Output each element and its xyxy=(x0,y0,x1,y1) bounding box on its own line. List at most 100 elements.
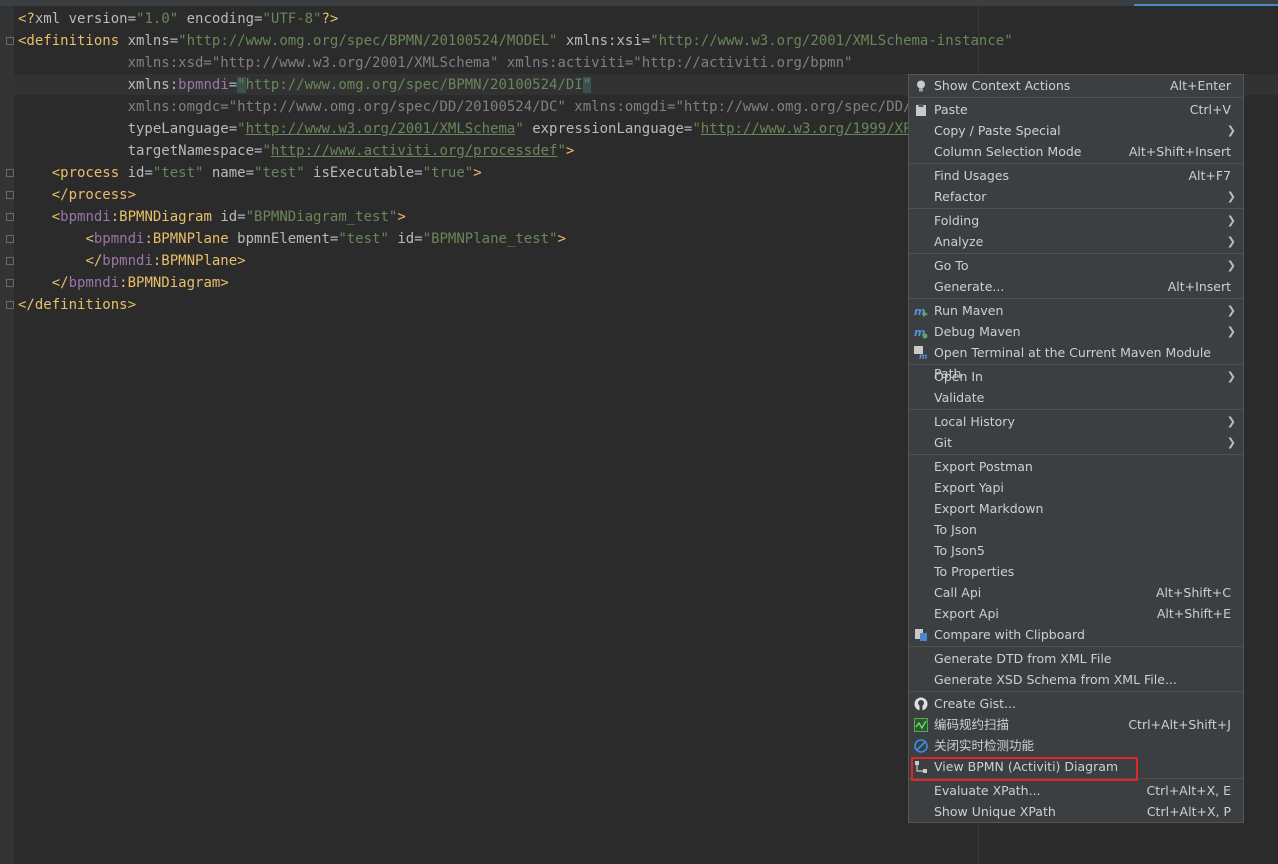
fold-marker-icon[interactable] xyxy=(6,213,14,221)
code-editor[interactable]: <?xml version="1.0" encoding="UTF-8"?> <d… xyxy=(18,8,1013,316)
menu-item-generate[interactable]: Generate... Alt+Insert xyxy=(909,276,1243,297)
code-token: = xyxy=(169,33,179,49)
menu-item-custom[interactable]: 编码规约扫描 Ctrl+Alt+Shift+J xyxy=(909,714,1243,735)
code-token: xml xyxy=(34,11,69,27)
code-token: > xyxy=(397,209,406,225)
maven-terminal-icon: m xyxy=(914,345,928,361)
code-token: <definitions xyxy=(18,33,128,49)
menu-item-local-history[interactable]: Local History ❯ xyxy=(909,411,1243,432)
menu-item-compare-with-clipboard[interactable]: Compare with Clipboard xyxy=(909,624,1243,645)
menu-item-export-postman[interactable]: Export Postman xyxy=(909,456,1243,477)
code-line[interactable]: xmlns:xsd="http://www.w3.org/2001/XMLSch… xyxy=(18,52,1013,74)
submenu-chevron-icon: ❯ xyxy=(1226,124,1236,137)
menu-item-label: To Json5 xyxy=(934,543,985,558)
menu-item-generate-xsd-schema-from-xml-file[interactable]: Generate XSD Schema from XML File... xyxy=(909,669,1243,690)
code-line[interactable]: </bpmndi:BPMNDiagram> xyxy=(18,272,1013,294)
code-line[interactable]: <definitions xmlns="http://www.omg.org/s… xyxy=(18,30,1013,52)
menu-item-copy-paste-special[interactable]: Copy / Paste Special ❯ xyxy=(909,120,1243,141)
code-token: < xyxy=(85,231,94,247)
code-token: </ xyxy=(85,253,103,269)
menu-item-create-gist[interactable]: Create Gist... xyxy=(909,693,1243,714)
menu-item-column-selection-mode[interactable]: Column Selection Mode Alt+Shift+Insert xyxy=(909,141,1243,162)
menu-item-label: Call Api xyxy=(934,585,982,600)
code-token: http://www.w3.org/1999/XPath xyxy=(700,121,937,137)
fold-marker-icon[interactable] xyxy=(6,279,14,287)
active-tab-indicator xyxy=(1134,4,1278,6)
editor-tab-strip[interactable] xyxy=(0,0,1278,6)
submenu-chevron-icon: ❯ xyxy=(1226,415,1236,428)
code-token: ?> xyxy=(321,11,339,27)
menu-item-export-yapi[interactable]: Export Yapi xyxy=(909,477,1243,498)
menu-item-open-terminal-at-the-current-maven-module-path[interactable]: m Open Terminal at the Current Maven Modu… xyxy=(909,342,1243,381)
menu-item-show-context-actions[interactable]: Show Context Actions Alt+Enter xyxy=(909,75,1243,96)
code-token: " xyxy=(262,143,271,159)
submenu-chevron-icon: ❯ xyxy=(1226,214,1236,227)
code-token: id xyxy=(127,165,145,181)
menu-item-debug-maven[interactable]: m Debug Maven ❯ xyxy=(909,321,1243,342)
code-token: http://www.activiti.org/processdef xyxy=(270,143,558,159)
menu-item-paste[interactable]: Paste Ctrl+V xyxy=(909,99,1243,120)
menu-item-label: Copy / Paste Special xyxy=(934,123,1061,138)
menu-item-show-unique-xpath[interactable]: Show Unique XPath Ctrl+Alt+X, P xyxy=(909,801,1243,822)
menu-item-shortcut: Ctrl+Alt+X, P xyxy=(1146,804,1231,819)
menu-item-to-json[interactable]: To Json xyxy=(909,519,1243,540)
menu-item-custom[interactable]: 关闭实时检测功能 xyxy=(909,735,1243,756)
code-token: xmlns: xyxy=(127,77,179,93)
menu-item-label: Go To xyxy=(934,258,969,273)
submenu-chevron-icon: ❯ xyxy=(1226,325,1236,338)
menu-item-generate-dtd-from-xml-file[interactable]: Generate DTD from XML File xyxy=(909,648,1243,669)
menu-item-validate[interactable]: Validate xyxy=(909,387,1243,408)
code-line[interactable]: </definitions> xyxy=(18,294,1013,316)
compare-clipboard-icon xyxy=(914,627,928,641)
menu-item-to-json5[interactable]: To Json5 xyxy=(909,540,1243,561)
menu-item-shortcut: Alt+Enter xyxy=(1170,78,1231,93)
menu-item-run-maven[interactable]: m Run Maven ❯ xyxy=(909,300,1243,321)
menu-item-label: Local History xyxy=(934,414,1015,429)
maven-run-icon: m xyxy=(914,303,928,318)
menu-item-git[interactable]: Git ❯ xyxy=(909,432,1243,453)
code-line[interactable]: targetNamespace="http://www.activiti.org… xyxy=(18,140,1013,162)
fold-marker-icon[interactable] xyxy=(6,169,14,177)
code-line[interactable]: <process id="test" name="test" isExecuta… xyxy=(18,162,1013,184)
menu-item-label: Generate DTD from XML File xyxy=(934,651,1112,666)
fold-marker-icon[interactable] xyxy=(6,257,14,265)
code-line[interactable]: xmlns:omgdc="http://www.omg.org/spec/DD/… xyxy=(18,96,1013,118)
code-token: expressionLanguage xyxy=(523,121,684,137)
menu-item-folding[interactable]: Folding ❯ xyxy=(909,210,1243,231)
menu-item-label: 编码规约扫描 xyxy=(934,717,1010,732)
code-line[interactable]: <?xml version="1.0" encoding="UTF-8"?> xyxy=(18,8,1013,30)
fold-marker-icon[interactable] xyxy=(6,301,14,309)
menu-item-to-properties[interactable]: To Properties xyxy=(909,561,1243,582)
submenu-chevron-icon: ❯ xyxy=(1226,190,1236,203)
menu-item-analyze[interactable]: Analyze ❯ xyxy=(909,231,1243,252)
menu-item-evaluate-xpath[interactable]: Evaluate XPath... Ctrl+Alt+X, E xyxy=(909,780,1243,801)
disable-icon xyxy=(914,738,928,753)
menu-item-open-in[interactable]: Open In ❯ xyxy=(909,366,1243,387)
menu-item-go-to[interactable]: Go To ❯ xyxy=(909,255,1243,276)
code-token: <? xyxy=(18,11,35,27)
svg-text:m: m xyxy=(919,352,927,360)
menu-item-export-api[interactable]: Export Api Alt+Shift+E xyxy=(909,603,1243,624)
code-line[interactable]: <bpmndi:BPMNPlane bpmnElement="test" id=… xyxy=(18,228,1013,250)
code-line[interactable]: <bpmndi:BPMNDiagram id="BPMNDiagram_test… xyxy=(18,206,1013,228)
menu-item-call-api[interactable]: Call Api Alt+Shift+C xyxy=(909,582,1243,603)
code-line[interactable]: </process> xyxy=(18,184,1013,206)
fold-marker-icon[interactable] xyxy=(6,235,14,243)
fold-marker-icon[interactable] xyxy=(6,37,14,45)
menu-item-shortcut: Alt+Shift+C xyxy=(1155,585,1231,600)
menu-item-find-usages[interactable]: Find Usages Alt+F7 xyxy=(909,165,1243,186)
menu-separator xyxy=(909,691,1243,692)
menu-item-refactor[interactable]: Refactor ❯ xyxy=(909,186,1243,207)
github-icon xyxy=(914,696,928,711)
code-token: " xyxy=(582,77,592,93)
code-line[interactable]: xmlns:bpmndi="http://www.omg.org/spec/BP… xyxy=(18,74,1013,96)
menu-item-label: Column Selection Mode xyxy=(934,144,1082,159)
menu-item-shortcut: Ctrl+Alt+Shift+J xyxy=(1128,717,1231,732)
code-line[interactable]: </bpmndi:BPMNPlane> xyxy=(18,250,1013,272)
menu-item-export-markdown[interactable]: Export Markdown xyxy=(909,498,1243,519)
code-line[interactable]: typeLanguage="http://www.w3.org/2001/XML… xyxy=(18,118,1013,140)
code-token: </definitions> xyxy=(18,297,137,313)
fold-marker-icon[interactable] xyxy=(6,191,14,199)
